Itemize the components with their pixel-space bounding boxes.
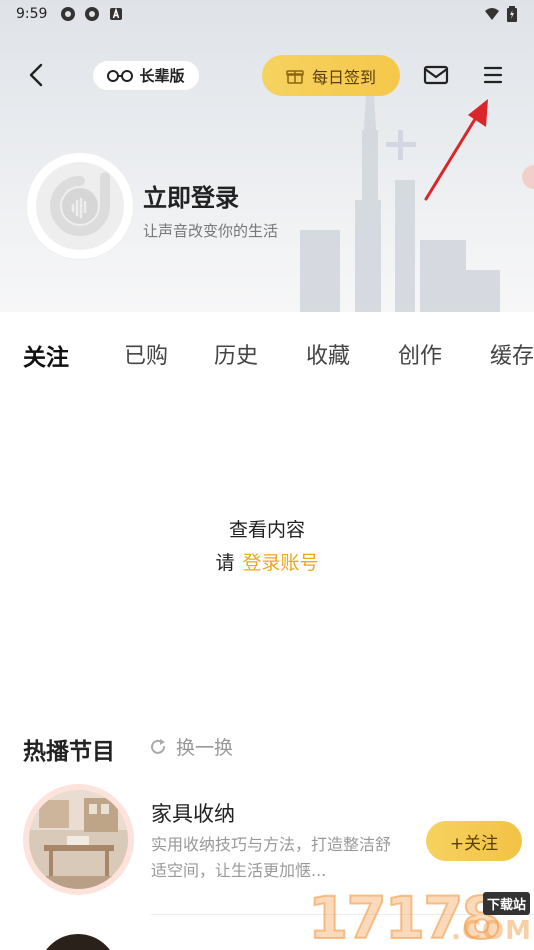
program-description: 实用收纳技巧与方法，打造整洁舒适空间，让生活更加惬... bbox=[151, 835, 392, 880]
tab-creation[interactable]: 创作 bbox=[398, 338, 442, 370]
glasses-icon bbox=[107, 69, 134, 82]
elder-mode-label: 长辈版 bbox=[139, 67, 185, 85]
login-subtitle: 让声音改变你的生活 bbox=[143, 222, 279, 240]
watermark-tag: 下载站 bbox=[482, 892, 530, 915]
daily-checkin-button[interactable]: 每日签到 bbox=[262, 55, 400, 96]
program-title[interactable]: 家具收纳 bbox=[151, 798, 235, 828]
default-avatar-icon bbox=[36, 162, 124, 250]
elder-mode-button[interactable]: 长辈版 bbox=[93, 61, 199, 90]
hamburger-menu-icon bbox=[483, 66, 503, 84]
program-cover[interactable] bbox=[23, 784, 134, 895]
gift-icon bbox=[286, 69, 304, 84]
follow-button[interactable]: +关注 bbox=[426, 821, 522, 861]
mail-icon bbox=[423, 65, 449, 85]
refresh-icon bbox=[151, 738, 165, 754]
status-time: 9:59 bbox=[16, 6, 48, 22]
app-notification-icon bbox=[61, 7, 75, 21]
empty-state-title: 查看内容 bbox=[228, 519, 305, 541]
program-cover-image bbox=[29, 790, 128, 889]
content-tabs: 关注 已购 历史 收藏 创作 缓存 bbox=[0, 330, 534, 380]
keyboard-a-icon bbox=[110, 7, 122, 20]
hot-programs-title: 热播节目 bbox=[23, 739, 115, 765]
messages-button[interactable] bbox=[421, 62, 451, 88]
annotation-arrow bbox=[424, 99, 488, 201]
refresh-label: 换一换 bbox=[176, 737, 234, 759]
tab-history[interactable]: 历史 bbox=[214, 338, 258, 370]
status-bar: 9:59 bbox=[0, 0, 534, 30]
refresh-button[interactable]: 换一换 bbox=[148, 733, 233, 760]
tab-purchased[interactable]: 已购 bbox=[124, 338, 168, 370]
next-program-cover[interactable] bbox=[38, 934, 118, 950]
avatar[interactable] bbox=[27, 153, 133, 259]
battery-icon bbox=[507, 6, 517, 22]
tab-favorites[interactable]: 收藏 bbox=[306, 338, 350, 370]
wifi-icon bbox=[485, 8, 499, 20]
daily-checkin-label: 每日签到 bbox=[311, 67, 376, 87]
back-button[interactable] bbox=[22, 60, 52, 90]
empty-state-prompt: 请登录账号 bbox=[0, 548, 534, 575]
login-title[interactable]: 立即登录 bbox=[143, 178, 239, 213]
app-notification-icon bbox=[85, 7, 99, 21]
menu-button[interactable] bbox=[479, 62, 507, 88]
empty-state-prefix: 请 bbox=[215, 552, 235, 574]
chevron-left-icon bbox=[29, 63, 43, 87]
tab-following[interactable]: 关注 bbox=[23, 338, 69, 372]
login-account-link[interactable]: 登录账号 bbox=[243, 552, 319, 574]
tab-cache[interactable]: 缓存 bbox=[490, 338, 534, 370]
watermark-suffix: .COM bbox=[451, 916, 532, 946]
site-watermark-logo: 17178 下载站 .COM bbox=[307, 883, 534, 950]
